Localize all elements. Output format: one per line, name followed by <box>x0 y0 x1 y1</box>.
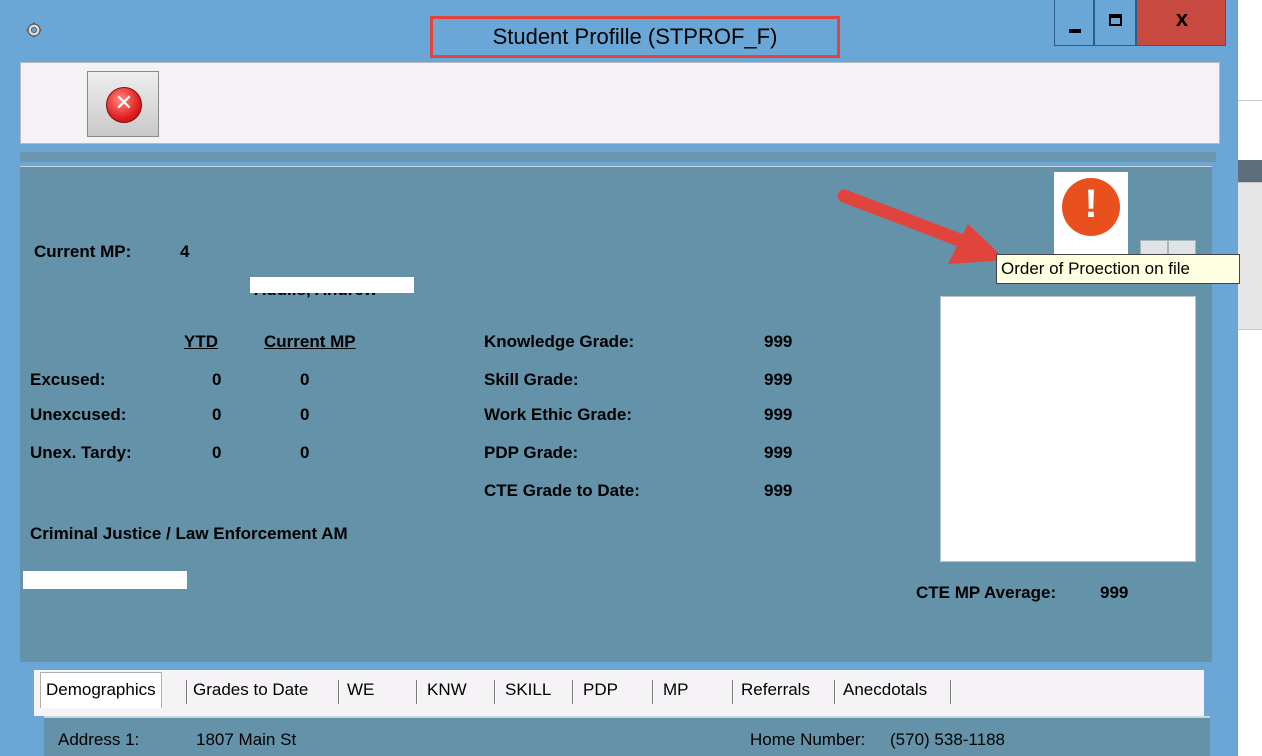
unexcused-ytd: 0 <box>212 405 222 424</box>
tab-grades-to-date[interactable]: Grades to Date <box>188 676 313 706</box>
annotation-arrow-icon <box>837 189 1006 264</box>
title-annotation-box: Student Profille (STPROF_F) <box>430 16 840 58</box>
unex-tardy-current: 0 <box>300 443 310 462</box>
address-label: Address 1: <box>58 730 140 749</box>
window-title: Student Profille (STPROF_F) <box>492 24 778 49</box>
tab-separator <box>494 680 496 704</box>
tab-separator <box>834 680 836 704</box>
redaction-mask-2 <box>23 571 187 589</box>
close-icon: x <box>1175 6 1189 31</box>
current-mp-header: Current MP <box>264 332 356 351</box>
ytd-header: YTD <box>184 332 218 351</box>
tab-demographics[interactable]: Demographics <box>40 672 162 708</box>
cte-grade-to-date-value: 999 <box>764 481 793 500</box>
current-mp-label: Current MP: <box>34 242 132 261</box>
pdp-grade-value: 999 <box>764 443 793 462</box>
work-ethic-grade-value: 999 <box>764 405 793 424</box>
tab-knw[interactable]: KNW <box>422 676 472 706</box>
address-value: 1807 Main St <box>196 730 297 749</box>
tab-separator <box>652 680 654 704</box>
work-ethic-grade-label: Work Ethic Grade: <box>484 405 632 424</box>
knowledge-grade-value: 999 <box>764 332 793 351</box>
background-divider <box>1238 100 1262 101</box>
tab-separator <box>732 680 734 704</box>
minimize-button[interactable] <box>1054 0 1094 46</box>
order-of-protection-alert[interactable]: ! <box>1054 172 1128 256</box>
maximize-icon <box>1109 14 1122 26</box>
exclamation-alert-icon: ! <box>1062 178 1120 236</box>
tab-skill[interactable]: SKILL <box>500 676 556 706</box>
alert-tooltip: Order of Proection on file <box>996 254 1240 284</box>
toolbar: ✕ <box>20 62 1220 144</box>
unexcused-current: 0 <box>300 405 310 424</box>
background-window-edge <box>1238 160 1262 182</box>
home-number-value: (570) 538-1188 <box>890 730 1005 749</box>
tab-referrals[interactable]: Referrals <box>736 676 815 706</box>
pdp-grade-label: PDP Grade: <box>484 443 579 462</box>
excused-label: Excused: <box>30 370 106 389</box>
tab-mp[interactable]: MP <box>658 676 694 706</box>
tab-anecdotals[interactable]: Anecdotals <box>838 676 932 706</box>
current-mp-value: 4 <box>180 242 190 261</box>
cte-mp-average-label: CTE MP Average: <box>916 583 1057 602</box>
app-gear-icon[interactable] <box>26 22 42 38</box>
tab-pdp[interactable]: PDP <box>578 676 623 706</box>
panel-header-strip <box>20 152 1216 162</box>
tab-separator <box>572 680 574 704</box>
excused-current: 0 <box>300 370 310 389</box>
maximize-button[interactable] <box>1094 0 1136 46</box>
program-name: Criminal Justice / Law Enforcement AM <box>30 524 348 543</box>
knowledge-grade-label: Knowledge Grade: <box>484 332 635 351</box>
excused-ytd: 0 <box>212 370 222 389</box>
tab-we[interactable]: WE <box>342 676 379 706</box>
tab-separator <box>950 680 952 704</box>
unex-tardy-label: Unex. Tardy: <box>30 443 132 462</box>
student-photo <box>940 296 1196 562</box>
minimize-icon <box>1069 29 1081 33</box>
student-profile-window: Student Profille (STPROF_F) x ✕ Current … <box>0 0 1240 756</box>
tab-separator <box>416 680 418 704</box>
exit-icon: ✕ <box>106 87 142 123</box>
background-window-body <box>1238 182 1262 330</box>
title-bar[interactable]: Student Profille (STPROF_F) x <box>0 0 1238 62</box>
cte-mp-average-value: 999 <box>1100 583 1129 602</box>
cte-grade-to-date-label: CTE Grade to Date: <box>484 481 640 500</box>
exit-button[interactable]: ✕ <box>87 71 159 137</box>
skill-grade-label: Skill Grade: <box>484 370 579 389</box>
close-window-button[interactable]: x <box>1136 0 1226 46</box>
unex-tardy-ytd: 0 <box>212 443 222 462</box>
unexcused-label: Unexcused: <box>30 405 127 424</box>
redaction-mask <box>250 277 414 293</box>
demographics-panel: Address 1: 1807 Main St Home Number: (57… <box>44 716 1210 756</box>
home-number-label: Home Number: <box>750 730 866 749</box>
skill-grade-value: 999 <box>764 370 793 389</box>
tab-separator <box>338 680 340 704</box>
